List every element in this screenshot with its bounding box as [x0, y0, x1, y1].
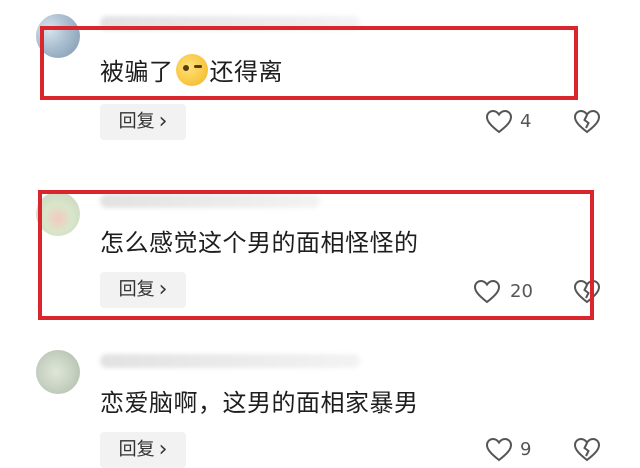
- like-count: 4: [520, 111, 532, 132]
- reply-label: 回复: [118, 439, 155, 460]
- comment-item: 恋爱脑啊，这男的面相家暴男 回复 › 9: [0, 340, 640, 468]
- reply-label: 回复: [118, 111, 155, 132]
- comment-text: 恋爱脑啊，这男的面相家暴男: [100, 389, 419, 417]
- avatar[interactable]: [36, 350, 80, 394]
- chevron-right-icon: ›: [158, 109, 168, 134]
- broken-heart-icon[interactable]: [574, 110, 600, 134]
- reply-button[interactable]: 回复 ›: [100, 104, 186, 140]
- highlight-box: [40, 26, 578, 100]
- like-count: 9: [520, 439, 532, 460]
- username-blurred: [100, 354, 360, 368]
- heart-outline-icon[interactable]: [486, 438, 512, 462]
- heart-outline-icon[interactable]: [486, 110, 512, 134]
- broken-heart-icon[interactable]: [574, 438, 600, 462]
- chevron-right-icon: ›: [158, 437, 168, 462]
- highlight-box: [38, 190, 594, 320]
- reply-button[interactable]: 回复 ›: [100, 432, 186, 468]
